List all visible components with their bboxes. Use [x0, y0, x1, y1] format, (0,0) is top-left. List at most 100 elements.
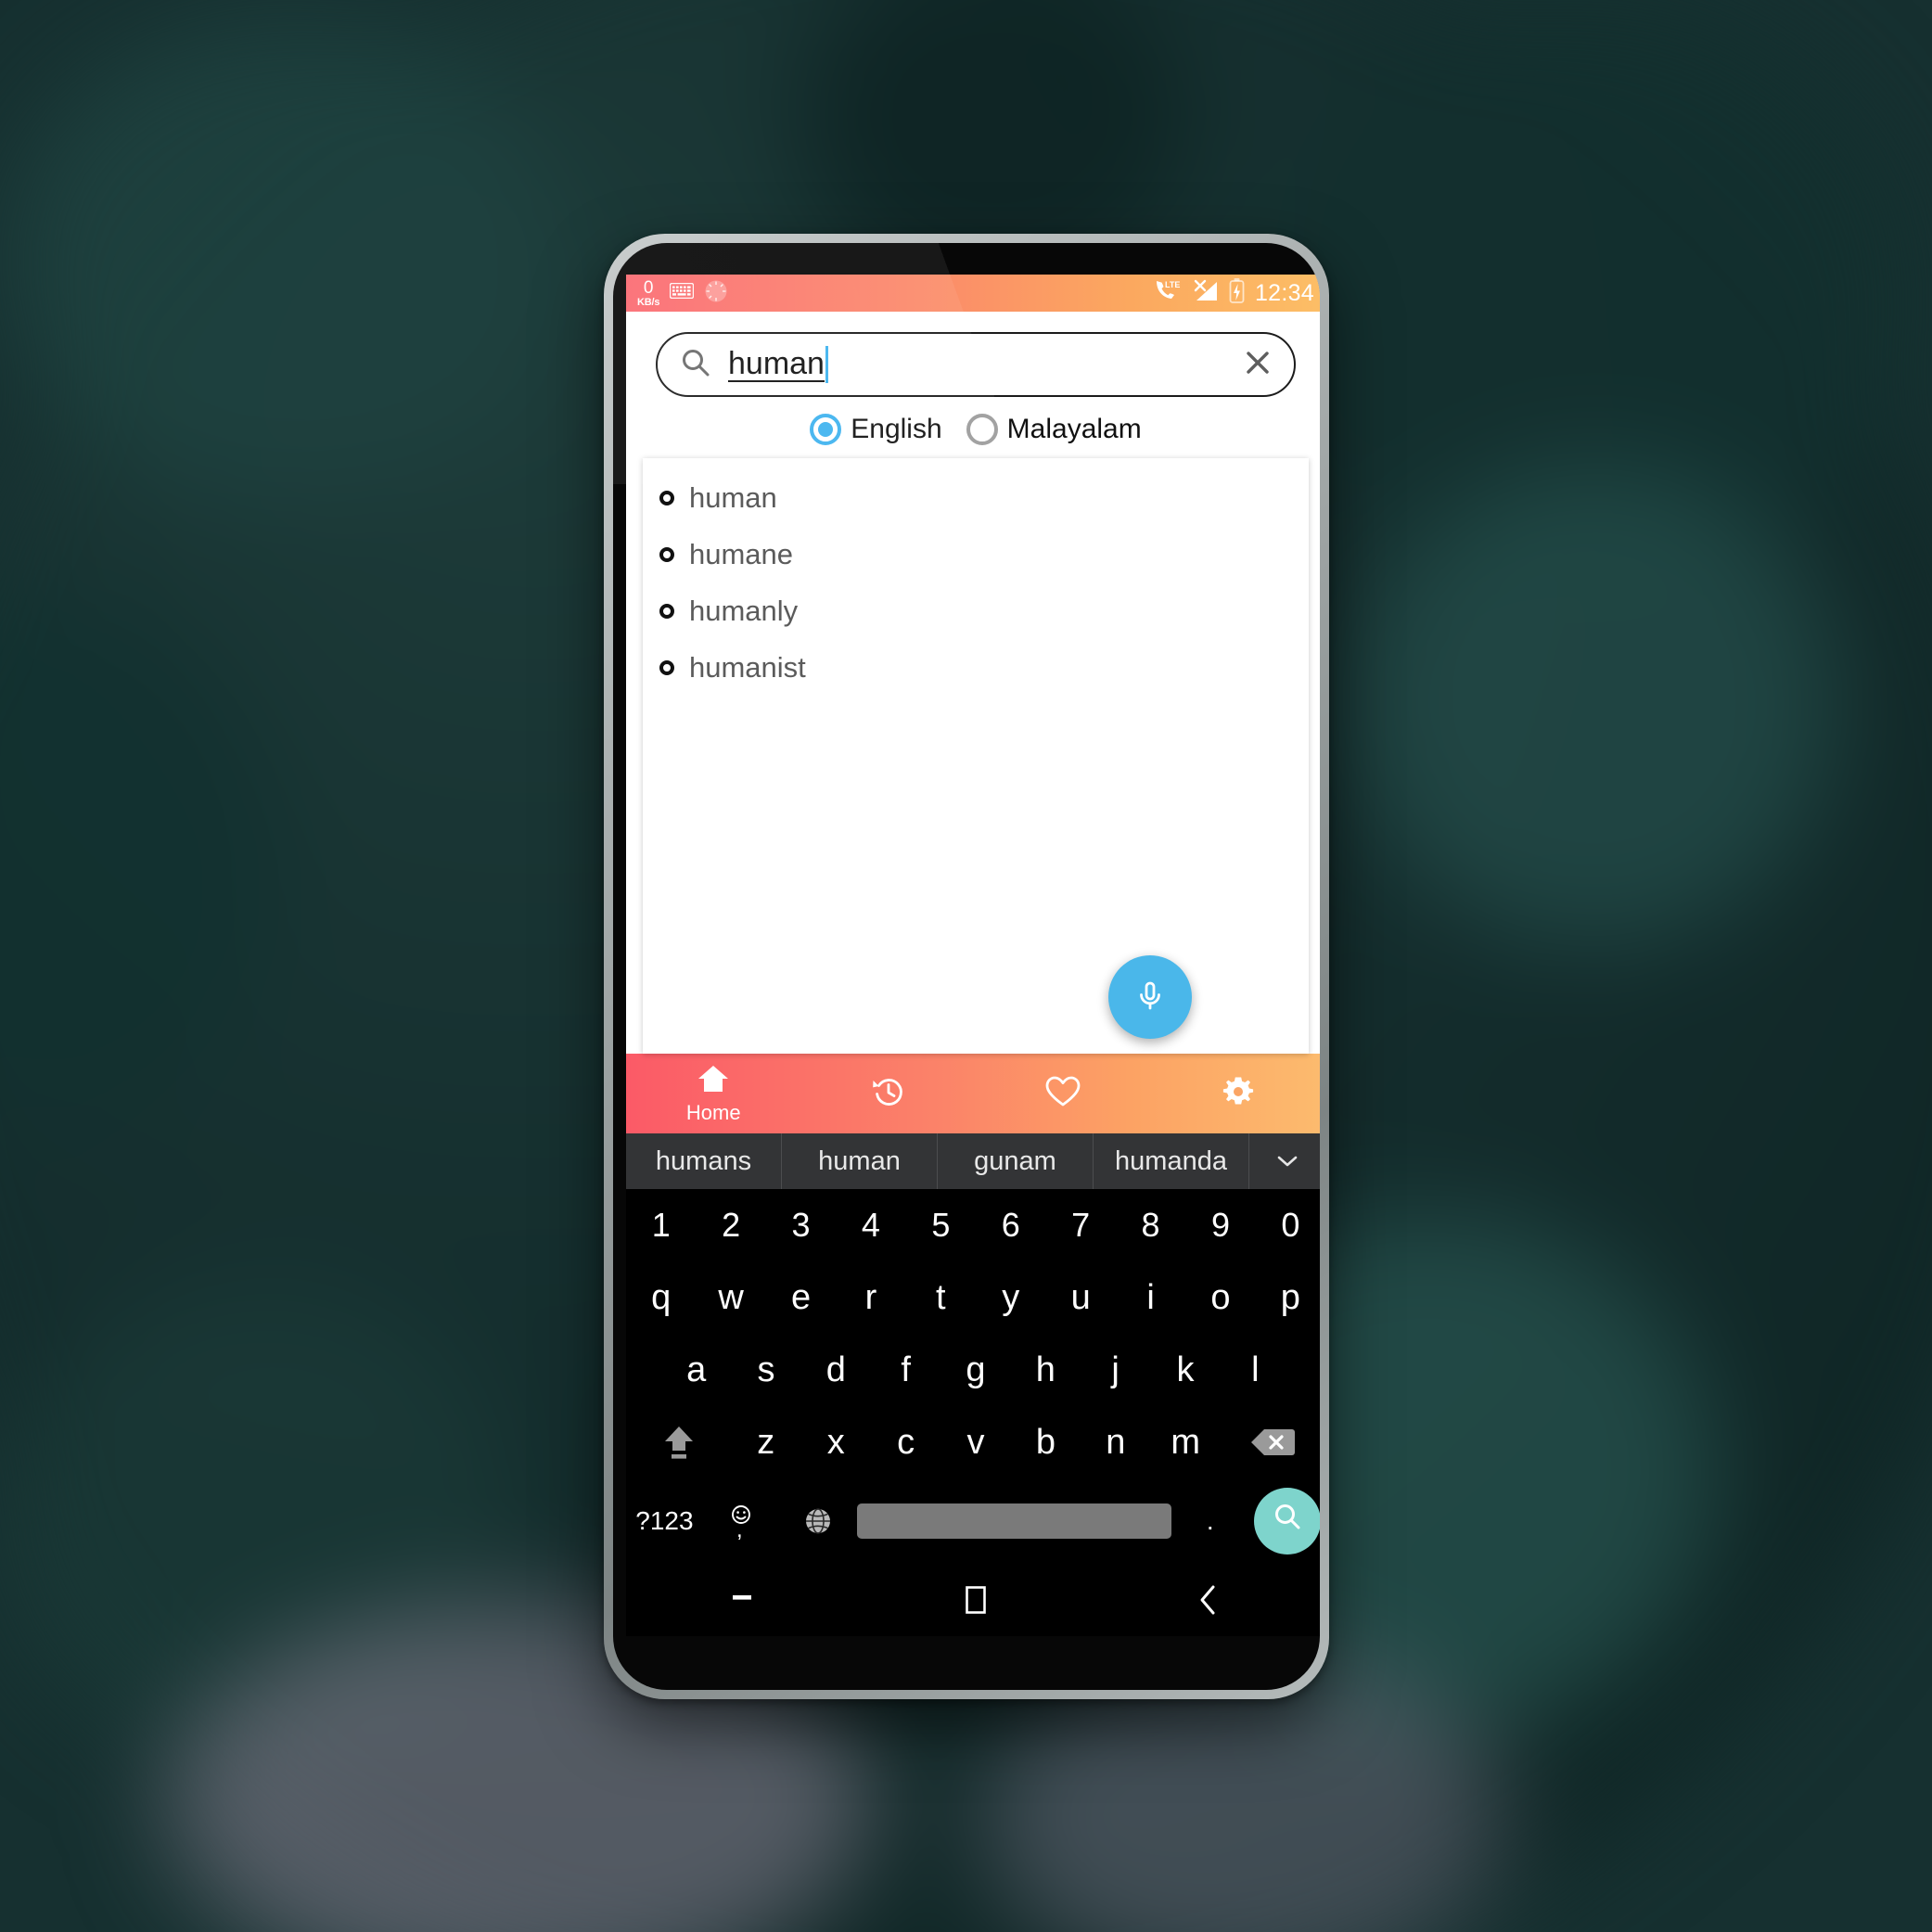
symbols-key[interactable]: ?123	[626, 1506, 703, 1536]
sync-circle-icon	[704, 279, 728, 308]
key-9[interactable]: 9	[1185, 1206, 1255, 1245]
language-selector: English Malayalam	[626, 397, 1320, 458]
key-e[interactable]: e	[766, 1278, 836, 1318]
key-j[interactable]: j	[1081, 1350, 1150, 1390]
search-input[interactable]: human	[728, 346, 1242, 383]
keyboard-suggestion[interactable]: human	[782, 1133, 938, 1189]
nav-item-home-label: Home	[685, 1100, 741, 1124]
period-key[interactable]: .	[1171, 1506, 1248, 1536]
key-l[interactable]: l	[1221, 1350, 1290, 1390]
nav-item-history[interactable]	[801, 1054, 977, 1133]
status-clock: 12:34	[1254, 279, 1314, 306]
phone-screen: 0 KB/s LTE 12:34 human English Malayalam…	[626, 275, 1320, 1636]
svg-text:,: ,	[736, 1517, 743, 1541]
chevron-down-icon[interactable]	[1249, 1133, 1320, 1189]
list-item[interactable]: humanly	[643, 582, 1309, 639]
microphone-icon	[1130, 975, 1171, 1020]
emoji-icon[interactable]: ,	[703, 1502, 780, 1541]
network-speed-indicator: 0 KB/s	[637, 279, 659, 308]
keyboard-row-space: ?123 , .	[626, 1478, 1320, 1564]
status-bar: 0 KB/s LTE 12:34	[626, 275, 1320, 312]
key-g[interactable]: g	[940, 1350, 1010, 1390]
key-6[interactable]: 6	[976, 1206, 1045, 1245]
key-u[interactable]: u	[1045, 1278, 1115, 1318]
list-item[interactable]: humane	[643, 526, 1309, 582]
key-r[interactable]: r	[836, 1278, 905, 1318]
lte-phone-icon: LTE	[1155, 279, 1183, 308]
nav-item-home[interactable]: Home	[626, 1054, 801, 1133]
key-m[interactable]: m	[1151, 1423, 1221, 1463]
key-x[interactable]: x	[801, 1423, 871, 1463]
key-1[interactable]: 1	[626, 1206, 696, 1245]
key-c[interactable]: c	[871, 1423, 940, 1463]
key-n[interactable]: n	[1081, 1423, 1150, 1463]
bullet-icon	[659, 490, 674, 505]
shift-icon[interactable]	[626, 1421, 731, 1464]
bullet-icon	[659, 603, 674, 619]
key-o[interactable]: o	[1185, 1278, 1255, 1318]
keyboard-suggestion[interactable]: gunam	[938, 1133, 1094, 1189]
key-s[interactable]: s	[731, 1350, 800, 1390]
key-f[interactable]: f	[871, 1350, 940, 1390]
key-8[interactable]: 8	[1116, 1206, 1185, 1245]
key-w[interactable]: w	[696, 1278, 765, 1318]
search-box[interactable]: human	[656, 332, 1296, 397]
android-navigation-bar	[626, 1564, 1320, 1636]
globe-icon[interactable]	[780, 1503, 857, 1539]
radio-malayalam[interactable]	[966, 414, 998, 445]
key-5[interactable]: 5	[906, 1206, 976, 1245]
key-7[interactable]: 7	[1045, 1206, 1115, 1245]
square-recents-icon[interactable]	[859, 1584, 1092, 1616]
settings-gear-icon	[1221, 1074, 1256, 1114]
list-item[interactable]: human	[643, 469, 1309, 526]
key-a[interactable]: a	[661, 1350, 731, 1390]
search-input-value: human	[728, 345, 825, 382]
home-icon	[697, 1063, 730, 1099]
key-0[interactable]: 0	[1256, 1206, 1320, 1245]
nav-item-favorites[interactable]	[976, 1054, 1151, 1133]
software-keyboard: humans human gunam humanda 1 2 3 4 5 6 7…	[626, 1133, 1320, 1564]
spacebar-surface	[856, 1503, 1172, 1539]
key-i[interactable]: i	[1116, 1278, 1185, 1318]
phone-device-frame: 0 KB/s LTE 12:34 human English Malayalam…	[604, 234, 1329, 1699]
key-d[interactable]: d	[801, 1350, 871, 1390]
minimize-icon[interactable]	[626, 1589, 859, 1611]
key-3[interactable]: 3	[766, 1206, 836, 1245]
key-q[interactable]: q	[626, 1278, 696, 1318]
keyboard-row-top: q w e r t y u i o p	[626, 1261, 1320, 1334]
back-chevron-icon[interactable]	[1093, 1583, 1320, 1617]
microphone-fab-button[interactable]	[1108, 955, 1192, 1039]
keyboard-row-bottom: z x c v b n m	[626, 1406, 1320, 1478]
backspace-icon[interactable]	[1221, 1426, 1320, 1459]
keyboard-suggestion[interactable]: humans	[626, 1133, 782, 1189]
key-t[interactable]: t	[906, 1278, 976, 1318]
language-option-malayalam[interactable]: Malayalam	[966, 414, 1142, 445]
keyboard-icon	[670, 282, 695, 303]
nav-item-settings[interactable]	[1151, 1054, 1321, 1133]
keyboard-suggestion[interactable]: humanda	[1094, 1133, 1249, 1189]
keyboard-row-middle: a s d f g h j k l	[626, 1334, 1320, 1406]
key-k[interactable]: k	[1150, 1350, 1220, 1390]
bullet-icon	[659, 546, 674, 562]
language-label-english: English	[851, 414, 942, 444]
key-b[interactable]: b	[1011, 1423, 1081, 1463]
close-icon[interactable]	[1242, 347, 1273, 383]
radio-english[interactable]	[810, 414, 842, 445]
key-y[interactable]: y	[976, 1278, 1045, 1318]
search-section: human	[626, 312, 1320, 397]
spacebar-key[interactable]	[856, 1503, 1172, 1539]
key-z[interactable]: z	[731, 1423, 800, 1463]
enter-search-key[interactable]	[1248, 1488, 1320, 1555]
key-v[interactable]: v	[940, 1423, 1010, 1463]
list-item-label: human	[689, 480, 777, 514]
keyboard-suggestion-strip: humans human gunam humanda	[626, 1133, 1320, 1189]
key-h[interactable]: h	[1011, 1350, 1081, 1390]
key-2[interactable]: 2	[696, 1206, 765, 1245]
key-p[interactable]: p	[1256, 1278, 1320, 1318]
battery-charging-icon	[1229, 278, 1245, 308]
text-caret	[825, 346, 828, 383]
list-item[interactable]: humanist	[643, 639, 1309, 696]
bullet-icon	[659, 659, 674, 675]
language-option-english[interactable]: English	[810, 414, 942, 445]
key-4[interactable]: 4	[836, 1206, 905, 1245]
